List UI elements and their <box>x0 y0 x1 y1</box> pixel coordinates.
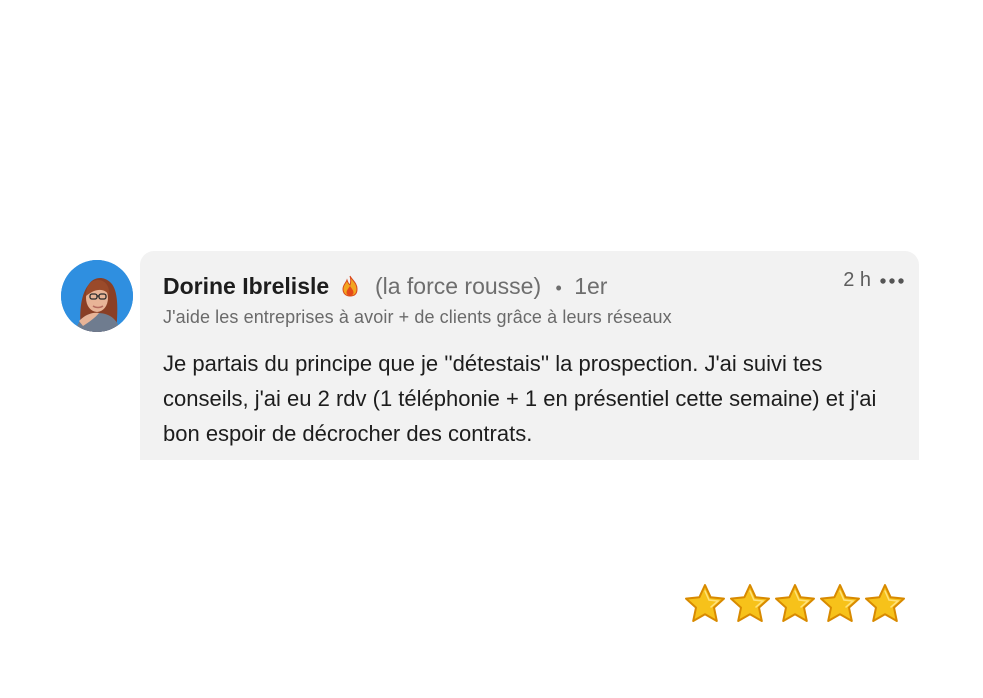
star-icon <box>685 584 725 622</box>
author-name[interactable]: Dorine Ibrelisle <box>163 273 329 299</box>
star-icon <box>730 584 770 622</box>
star-icon <box>865 584 905 622</box>
comment-card: Dorine Ibrelisle (la force rousse) • 1er… <box>140 251 919 460</box>
star-icon <box>775 584 815 622</box>
star-icon <box>820 584 860 622</box>
avatar-photo <box>61 260 133 332</box>
avatar[interactable] <box>61 260 133 332</box>
separator-dot: • <box>555 278 562 298</box>
comment-text: Je partais du principe que je ''détestai… <box>163 351 877 446</box>
author-row: Dorine Ibrelisle (la force rousse) • 1er <box>163 271 607 303</box>
connection-degree: 1er <box>574 273 608 299</box>
author-headline: J'aide les entreprises à avoir + de clie… <box>163 307 672 327</box>
star-rating <box>683 583 907 625</box>
comment-meta: 2 h <box>843 269 905 292</box>
more-icon[interactable] <box>879 271 905 291</box>
fire-icon <box>342 274 358 297</box>
pronouns-text: (la force rousse) <box>374 273 542 299</box>
comment-time: 2 h <box>843 269 871 291</box>
